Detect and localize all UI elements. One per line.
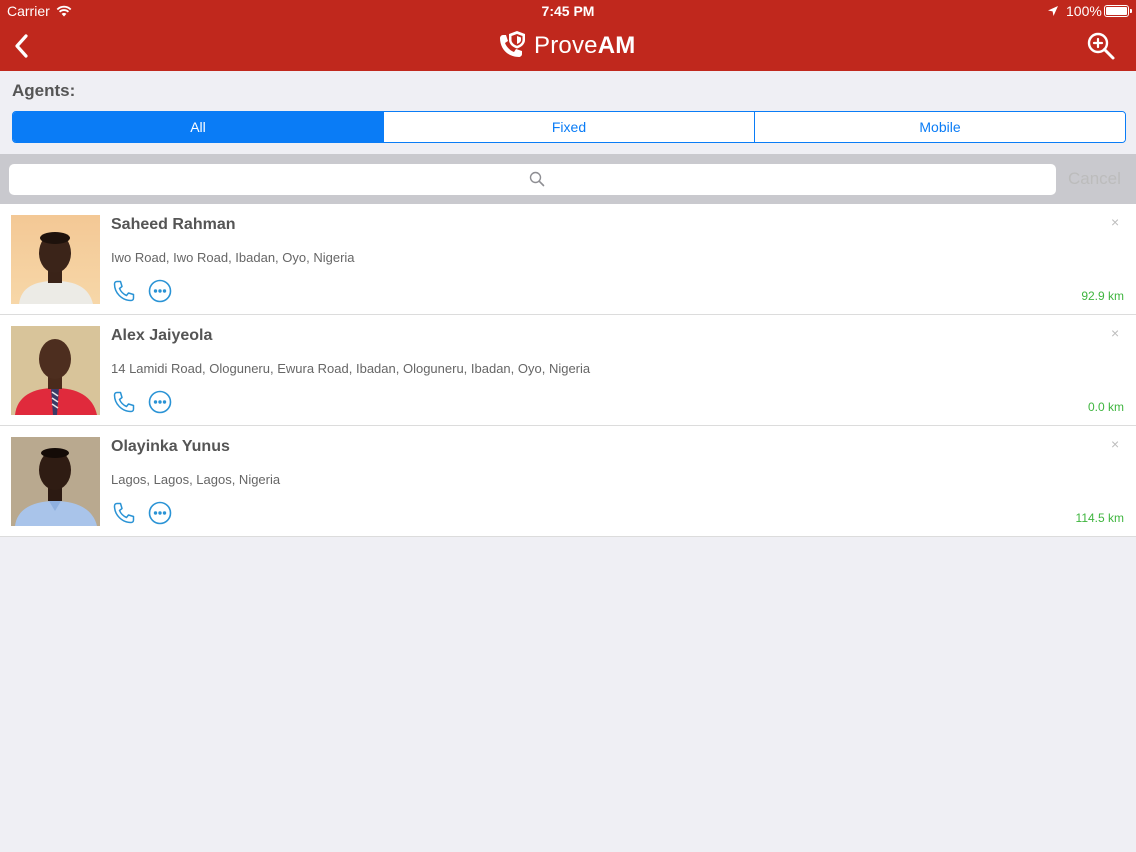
status-bar: Carrier 7:45 PM 100% (0, 0, 1136, 22)
agent-photo (11, 215, 100, 304)
segment-all[interactable]: All (13, 112, 384, 142)
battery-icon (1104, 5, 1132, 17)
location-arrow-icon (1047, 4, 1059, 20)
list-item[interactable]: Alex Jaiyeola 14 Lamidi Road, Ologuneru,… (0, 315, 1136, 426)
list-item[interactable]: Saheed Rahman Iwo Road, Iwo Road, Ibadan… (0, 204, 1136, 315)
search-field (9, 164, 1056, 195)
battery-percent: 100% (1066, 3, 1102, 19)
more-icon (148, 390, 172, 414)
carrier-label: Carrier (7, 3, 50, 19)
list-item[interactable]: Olayinka Yunus Lagos, Lagos, Lagos, Nige… (0, 426, 1136, 537)
agent-address: Lagos, Lagos, Lagos, Nigeria (111, 472, 281, 487)
agent-distance: 0.0 km (1087, 400, 1124, 414)
close-icon[interactable]: × (1111, 325, 1119, 341)
agent-distance: 92.9 km (1081, 289, 1124, 303)
more-options-button[interactable] (148, 279, 172, 303)
brand-name: ProveAM (534, 32, 636, 59)
call-button[interactable] (112, 279, 136, 303)
call-button[interactable] (112, 390, 136, 414)
phone-icon (113, 502, 135, 524)
zoom-in-icon (1087, 32, 1115, 60)
chevron-left-icon (15, 34, 28, 58)
agent-list: Saheed Rahman Iwo Road, Iwo Road, Ibadan… (0, 204, 1136, 537)
agent-type-segmented-control: All Fixed Mobile (12, 111, 1126, 143)
close-icon[interactable]: × (1111, 436, 1119, 452)
call-button[interactable] (112, 501, 136, 525)
app-logo: ProveAM (496, 28, 635, 64)
phone-icon (113, 280, 135, 302)
search-bar: Cancel (0, 154, 1136, 204)
search-input[interactable] (9, 164, 1056, 195)
segment-fixed[interactable]: Fixed (384, 112, 755, 142)
wifi-icon (56, 4, 72, 20)
more-options-button[interactable] (148, 390, 172, 414)
agent-name: Saheed Rahman (111, 216, 236, 233)
agent-name: Olayinka Yunus (111, 438, 230, 455)
agent-address: Iwo Road, Iwo Road, Ibadan, Oyo, Nigeria (111, 250, 355, 265)
clock: 7:45 PM (541, 3, 595, 19)
nav-bar: ProveAM (0, 22, 1136, 71)
phone-icon (113, 391, 135, 413)
close-icon[interactable]: × (1111, 214, 1119, 230)
agents-label: Agents: (12, 81, 76, 100)
search-cancel-button[interactable]: Cancel (1068, 169, 1121, 189)
more-options-button[interactable] (148, 501, 172, 525)
agent-distance: 114.5 km (1075, 511, 1124, 525)
more-icon (148, 279, 172, 303)
back-button[interactable] (10, 32, 36, 60)
agent-address: 14 Lamidi Road, Ologuneru, Ewura Road, I… (111, 361, 591, 376)
agent-photo (11, 437, 100, 526)
agent-photo (11, 326, 100, 415)
more-icon (148, 501, 172, 525)
zoom-in-button[interactable] (1086, 31, 1116, 61)
phone-shield-icon (500, 31, 525, 57)
agent-name: Alex Jaiyeola (111, 327, 213, 344)
segment-mobile[interactable]: Mobile (755, 112, 1125, 142)
